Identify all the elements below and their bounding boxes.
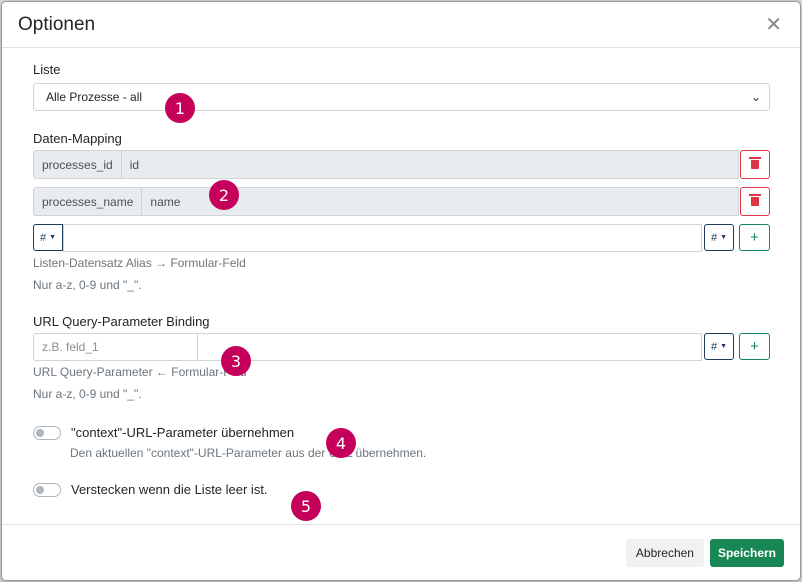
mapping-value: id <box>120 150 739 179</box>
mapping-new-input[interactable] <box>63 224 702 252</box>
dialog-title: Optionen <box>18 13 96 35</box>
mapping-alias-dropdown[interactable]: # ▼ <box>33 224 64 251</box>
chevron-down-icon: ⌄ <box>750 90 761 104</box>
liste-label: Liste <box>33 62 61 77</box>
caret-down-icon: ▼ <box>49 234 57 241</box>
url-field-input[interactable] <box>197 333 702 361</box>
trash-icon <box>749 157 761 169</box>
context-toggle-help: Den aktuellen "context"-URL-Parameter au… <box>70 446 427 460</box>
mapping-key: processes_id <box>33 150 121 179</box>
mapping-label: Daten-Mapping <box>33 131 122 146</box>
context-toggle-row: "context"-URL-Parameter übernehmen <box>33 425 769 440</box>
url-binding-label: URL Query-Parameter Binding <box>33 314 210 329</box>
dialog-footer: Abbrechen Speichern <box>2 524 800 580</box>
mapping-new-row: # ▼ # ▼ + <box>33 224 770 252</box>
add-mapping-button[interactable]: + <box>739 224 770 251</box>
annotation-marker: 2 <box>209 180 239 210</box>
url-binding-row: z.B. feld_1 # ▼ + <box>33 333 770 361</box>
annotation-marker: 3 <box>221 346 251 376</box>
annotation-marker: 5 <box>291 491 321 521</box>
caret-down-icon: ▼ <box>720 234 727 241</box>
mapping-field-dropdown[interactable]: # ▼ <box>703 224 734 251</box>
hide-empty-toggle[interactable] <box>33 482 61 497</box>
url-field-dropdown[interactable]: # ▼ <box>703 333 734 360</box>
annotation-marker: 1 <box>165 93 195 123</box>
hide-empty-toggle-label: Verstecken wenn die Liste leer ist. <box>71 482 268 497</box>
mapping-help-chars: Nur a-z, 0-9 und "_". <box>33 278 142 292</box>
context-toggle[interactable] <box>33 425 61 440</box>
mapping-row: processes_id id <box>33 150 770 179</box>
url-binding-help: URL Query-Parameter ← Formular-Feld <box>33 365 247 379</box>
add-url-binding-button[interactable]: + <box>739 333 770 360</box>
trash-icon <box>749 194 761 206</box>
delete-mapping-button[interactable] <box>740 150 770 179</box>
save-button[interactable]: Speichern <box>709 538 784 567</box>
annotation-marker: 4 <box>326 428 356 458</box>
cancel-button[interactable]: Abbrechen <box>625 538 704 567</box>
caret-down-icon: ▼ <box>720 343 727 350</box>
context-toggle-label: "context"-URL-Parameter übernehmen <box>71 425 295 440</box>
options-dialog: Optionen ✕ Liste Alle Prozesse - all ⌄ D… <box>1 1 801 581</box>
mapping-row: processes_name name <box>33 187 770 216</box>
delete-mapping-button[interactable] <box>740 187 770 216</box>
mapping-help: Listen-Datensatz Alias → Formular-Feld <box>33 256 246 270</box>
hide-toggle-row: Verstecken wenn die Liste leer ist. <box>33 482 769 497</box>
liste-select-value: Alle Prozesse - all <box>46 90 143 104</box>
dialog-header: Optionen ✕ <box>2 2 800 48</box>
dialog-body: Liste Alle Prozesse - all ⌄ Daten-Mappin… <box>2 62 800 521</box>
url-binding-help-chars: Nur a-z, 0-9 und "_". <box>33 387 142 401</box>
url-param-input[interactable]: z.B. feld_1 <box>33 333 197 361</box>
close-icon[interactable]: ✕ <box>763 15 784 35</box>
liste-select[interactable]: Alle Prozesse - all ⌄ <box>33 83 770 111</box>
mapping-key: processes_name <box>33 187 142 216</box>
